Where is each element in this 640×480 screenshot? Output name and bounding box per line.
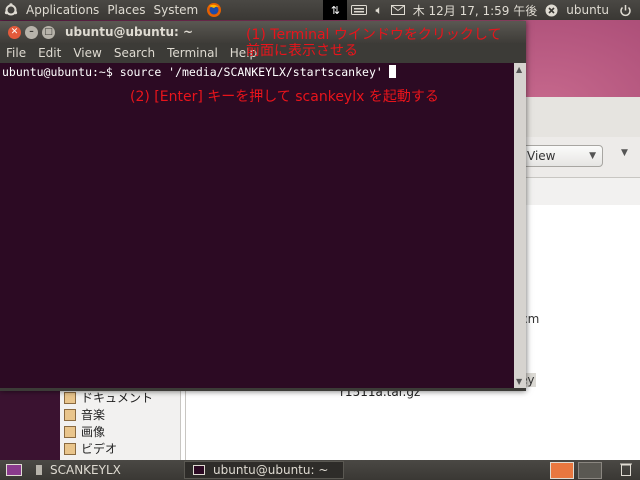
minimize-icon[interactable]: – [25, 25, 38, 39]
terminal-scrollbar[interactable]: ▲ ▼ [514, 63, 526, 388]
sidebar-item-label: ドキュメント [81, 391, 154, 405]
menu-places[interactable]: Places [103, 0, 149, 20]
terminal-output[interactable]: ubuntu@ubuntu:~$ source '/media/SCANKEYL… [0, 63, 514, 388]
firefox-icon[interactable] [202, 0, 226, 20]
menu-view[interactable]: View [67, 46, 107, 60]
menu-search[interactable]: Search [108, 46, 161, 60]
sidebar-item-music[interactable]: 音楽 [60, 406, 180, 423]
top-panel: Applications Places System ⇅ 🔈︎ 木 12月 17… [0, 0, 640, 20]
keyboard-icon[interactable] [347, 0, 371, 20]
desktop-corner [0, 385, 60, 460]
close-icon[interactable]: ✕ [8, 25, 21, 39]
sidebar-item-label: 音楽 [81, 408, 106, 422]
sidebar-item-label: 画像 [81, 425, 106, 439]
window-title: ubuntu@ubuntu: ~ [65, 25, 194, 39]
network-icon[interactable]: ⇅ [323, 0, 348, 20]
prompt-command: ubuntu@ubuntu:~$ source '/media/SCANKEYL… [2, 65, 383, 79]
menu-file[interactable]: File [0, 46, 32, 60]
menu-system[interactable]: System [149, 0, 202, 20]
user-switch-icon[interactable] [541, 0, 562, 20]
workspace-switcher-active[interactable] [550, 461, 574, 479]
scroll-up-icon[interactable]: ▲ [516, 65, 522, 74]
volume-icon[interactable]: 🔈︎ [371, 0, 386, 20]
toolbar-overflow-icon[interactable]: ▼ [621, 148, 628, 158]
menu-terminal[interactable]: Terminal [161, 46, 224, 60]
menu-edit[interactable]: Edit [32, 46, 67, 60]
bottom-panel: SCANKEYLX ubuntu@ubuntu: ~ [0, 460, 640, 480]
places-sidebar: ドキュメント 音楽 画像 ビデオ [60, 385, 181, 460]
clock[interactable]: 木 12月 17, 1:59 午後 [409, 0, 542, 20]
taskbar-item-label: ubuntu@ubuntu: ~ [213, 463, 329, 477]
taskbar-item-scankeylx[interactable]: SCANKEYLX [28, 461, 184, 479]
maximize-icon[interactable]: □ [42, 25, 55, 39]
sidebar-item-label: ビデオ [81, 442, 118, 456]
terminal-icon [193, 465, 205, 475]
menu-applications[interactable]: Applications [22, 0, 103, 20]
show-desktop-icon[interactable] [0, 461, 28, 479]
drive-icon [36, 465, 42, 475]
chevron-down-icon: ▼ [589, 151, 596, 161]
user-name[interactable]: ubuntu [562, 0, 615, 20]
folder-icon [64, 391, 76, 404]
annotation-step1-line2: 前面に表示させる [246, 43, 358, 59]
terminal-window[interactable]: ✕ – □ ubuntu@ubuntu: ~ File Edit View Se… [0, 21, 526, 391]
power-icon[interactable] [615, 0, 640, 20]
annotation-step2: (2) [Enter] キーを押して scankeylx を起動する [130, 89, 439, 105]
folder-icon [64, 408, 76, 421]
command-line: ubuntu@ubuntu:~$ source '/media/SCANKEYL… [2, 65, 396, 79]
sidebar-item-pictures[interactable]: 画像 [60, 423, 180, 440]
sidebar-item-videos[interactable]: ビデオ [60, 440, 180, 457]
mail-icon[interactable] [387, 0, 409, 20]
folder-icon [64, 442, 76, 455]
workspace-switcher-inactive[interactable] [578, 461, 602, 479]
text-cursor [388, 65, 396, 78]
sidebar-item-documents[interactable]: ドキュメント [60, 389, 180, 406]
trash-icon[interactable] [620, 462, 632, 479]
folder-icon [64, 425, 76, 438]
taskbar-item-label: SCANKEYLX [50, 463, 121, 477]
sidebar-divider [185, 385, 186, 460]
view-mode-select[interactable]: View ▼ [521, 145, 603, 167]
scroll-down-icon[interactable]: ▼ [516, 377, 522, 386]
ubuntu-logo-icon[interactable] [0, 0, 22, 20]
taskbar-item-terminal[interactable]: ubuntu@ubuntu: ~ [184, 461, 344, 479]
view-mode-label: View [527, 149, 556, 163]
